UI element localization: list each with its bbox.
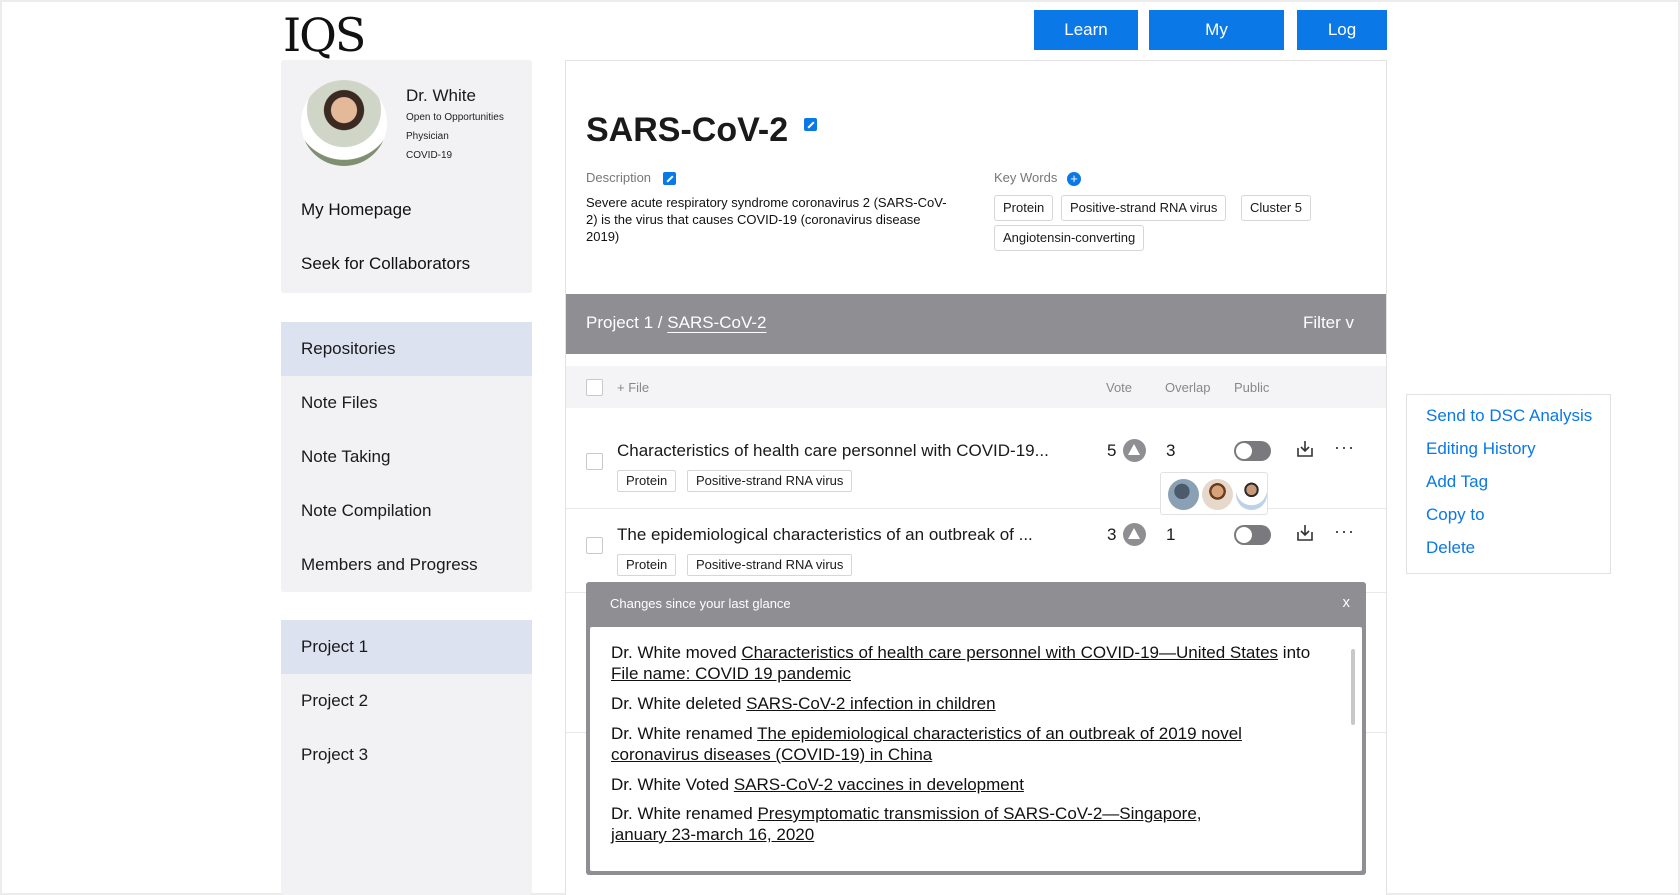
avatar[interactable]	[1236, 479, 1267, 510]
profile-card: Dr. White Open to Opportunities Physicia…	[281, 60, 532, 293]
row-checkbox[interactable]	[586, 537, 603, 554]
overlap-column-header: Overlap	[1165, 380, 1211, 395]
list-item: Dr. White renamed The epidemiological ch…	[611, 723, 1251, 765]
vote-column-header: Vote	[1106, 380, 1133, 395]
breadcrumb-repository-link[interactable]: SARS-CoV-2	[667, 313, 766, 332]
learn-iqs-button[interactable]: Learn IQS	[1034, 10, 1138, 79]
description-text: Severe acute respiratory syndrome corona…	[586, 195, 947, 244]
keywords-label: Key Words	[994, 170, 1058, 185]
vote-count: 3	[1107, 525, 1117, 544]
iqs-logo[interactable]: IQS	[283, 8, 366, 62]
change-link[interactable]: SARS-CoV-2 vaccines in development	[734, 775, 1024, 794]
list-item: Dr. White renamed Presymptomatic transmi…	[611, 803, 1261, 845]
menu-item-add-tag[interactable]: Add Tag	[1426, 472, 1488, 492]
sidebar-projects: Project 1 Project 2 Project 3	[281, 620, 532, 895]
profile-topic: COVID-19	[406, 150, 453, 161]
select-all-checkbox[interactable]	[586, 379, 603, 396]
file-tag[interactable]: Positive-strand RNA virus	[687, 470, 853, 492]
sidebar-item-repositories[interactable]: Repositories	[281, 322, 532, 376]
change-link[interactable]: SARS-CoV-2 infection in children	[746, 694, 995, 713]
edit-description-icon[interactable]	[663, 172, 676, 185]
log-out-button[interactable]: Log Out	[1297, 10, 1387, 79]
upvote-icon[interactable]	[1123, 439, 1146, 462]
repository-title: SARS-CoV-2	[586, 111, 789, 149]
table-row[interactable]: The epidemiological characteristics of a…	[566, 509, 1386, 593]
change-text: Dr. White moved	[611, 643, 742, 662]
more-options-icon[interactable]: ···	[1334, 521, 1355, 542]
keyword-tag[interactable]: Cluster 5	[1241, 195, 1312, 221]
file-title[interactable]: Characteristics of health care personnel…	[617, 441, 1057, 461]
change-text: Dr. White Voted	[611, 775, 734, 794]
breadcrumb-project[interactable]: Project 1 /	[586, 313, 667, 332]
keyword-tag[interactable]: Protein	[994, 195, 1054, 221]
seek-collaborators-link[interactable]: Seek for Collaborators	[301, 254, 470, 274]
breadcrumb-bar: Project 1 / SARS-CoV-2 Filter v	[566, 294, 1386, 354]
change-link[interactable]: File name: COVID 19 pandemic	[611, 664, 851, 683]
keyword-tag[interactable]: Positive-strand RNA virus	[1061, 195, 1227, 221]
overlap-popover	[1160, 472, 1268, 515]
changes-title: Changes since your last glance	[610, 596, 791, 611]
add-file-button[interactable]: + File	[617, 380, 649, 395]
close-icon[interactable]: x	[1343, 594, 1351, 611]
file-title[interactable]: The epidemiological characteristics of a…	[617, 525, 1057, 545]
sidebar-item-note-taking[interactable]: Note Taking	[281, 430, 532, 484]
upvote-icon[interactable]	[1123, 523, 1146, 546]
overlap-count[interactable]: 3	[1166, 441, 1175, 461]
sidebar-item-project-2[interactable]: Project 2	[281, 674, 532, 728]
sidebar-nav: Repositories Note Files Note Taking Note…	[281, 322, 532, 592]
sidebar-item-note-compilation[interactable]: Note Compilation	[281, 484, 532, 538]
sidebar-item-members-progress[interactable]: Members and Progress	[281, 538, 532, 592]
breadcrumb: Project 1 / SARS-CoV-2	[586, 313, 766, 333]
vote-count: 5	[1107, 441, 1117, 460]
download-icon[interactable]	[1295, 523, 1315, 543]
file-tag[interactable]: Protein	[617, 554, 677, 576]
public-column-header: Public	[1234, 380, 1270, 395]
row-checkbox[interactable]	[586, 453, 603, 470]
filter-dropdown[interactable]: Filter v	[1303, 313, 1354, 333]
scrollbar[interactable]	[1351, 649, 1355, 725]
add-keyword-icon[interactable]: +	[1067, 172, 1081, 186]
profile-name: Dr. White	[406, 86, 476, 105]
my-homepage-link[interactable]: My Homepage	[301, 200, 412, 220]
list-item: Dr. White Voted SARS-CoV-2 vaccines in d…	[611, 774, 1326, 795]
list-item: Dr. White deleted SARS-CoV-2 infection i…	[611, 693, 1326, 714]
changes-popup: Changes since your last glance x Dr. Whi…	[586, 582, 1366, 875]
download-icon[interactable]	[1295, 439, 1315, 459]
list-item: Dr. White moved Characteristics of healt…	[611, 642, 1326, 684]
changes-list[interactable]: Dr. White moved Characteristics of healt…	[590, 627, 1362, 871]
sidebar-item-project-1[interactable]: Project 1	[281, 620, 532, 674]
file-tag[interactable]: Positive-strand RNA virus	[687, 554, 853, 576]
change-text: into	[1278, 643, 1311, 662]
public-toggle[interactable]	[1234, 441, 1271, 461]
menu-item-delete[interactable]: Delete	[1426, 538, 1475, 558]
keyword-tag[interactable]: Angiotensin-converting	[994, 225, 1145, 251]
table-header: + File Vote Overlap Public	[566, 366, 1386, 408]
change-text: Dr. White deleted	[611, 694, 747, 713]
menu-item-send-dsc[interactable]: Send to DSC Analysis	[1426, 406, 1592, 426]
profile-role: Physician	[406, 131, 449, 142]
sidebar-item-project-3[interactable]: Project 3	[281, 728, 532, 782]
change-text: Dr. White renamed	[611, 724, 758, 743]
public-toggle[interactable]	[1234, 525, 1271, 545]
more-options-icon[interactable]: ···	[1334, 437, 1355, 458]
avatar[interactable]	[1202, 479, 1233, 510]
change-link[interactable]: Characteristics of health care personnel…	[741, 643, 1278, 662]
profile-status: Open to Opportunities	[406, 112, 504, 123]
sidebar-item-note-files[interactable]: Note Files	[281, 376, 532, 430]
avatar[interactable]	[1168, 479, 1199, 510]
overlap-count[interactable]: 1	[1166, 525, 1175, 545]
description-label: Description	[586, 170, 652, 185]
avatar[interactable]	[301, 80, 387, 166]
context-menu: Send to DSC Analysis Editing History Add…	[1406, 394, 1611, 574]
my-repository-button[interactable]: My Repository	[1149, 10, 1284, 79]
menu-item-copy-to[interactable]: Copy to	[1426, 505, 1485, 525]
menu-item-editing-history[interactable]: Editing History	[1426, 439, 1536, 459]
change-text: Dr. White renamed	[611, 804, 758, 823]
edit-title-icon[interactable]	[804, 118, 817, 131]
file-tag[interactable]: Protein	[617, 470, 677, 492]
